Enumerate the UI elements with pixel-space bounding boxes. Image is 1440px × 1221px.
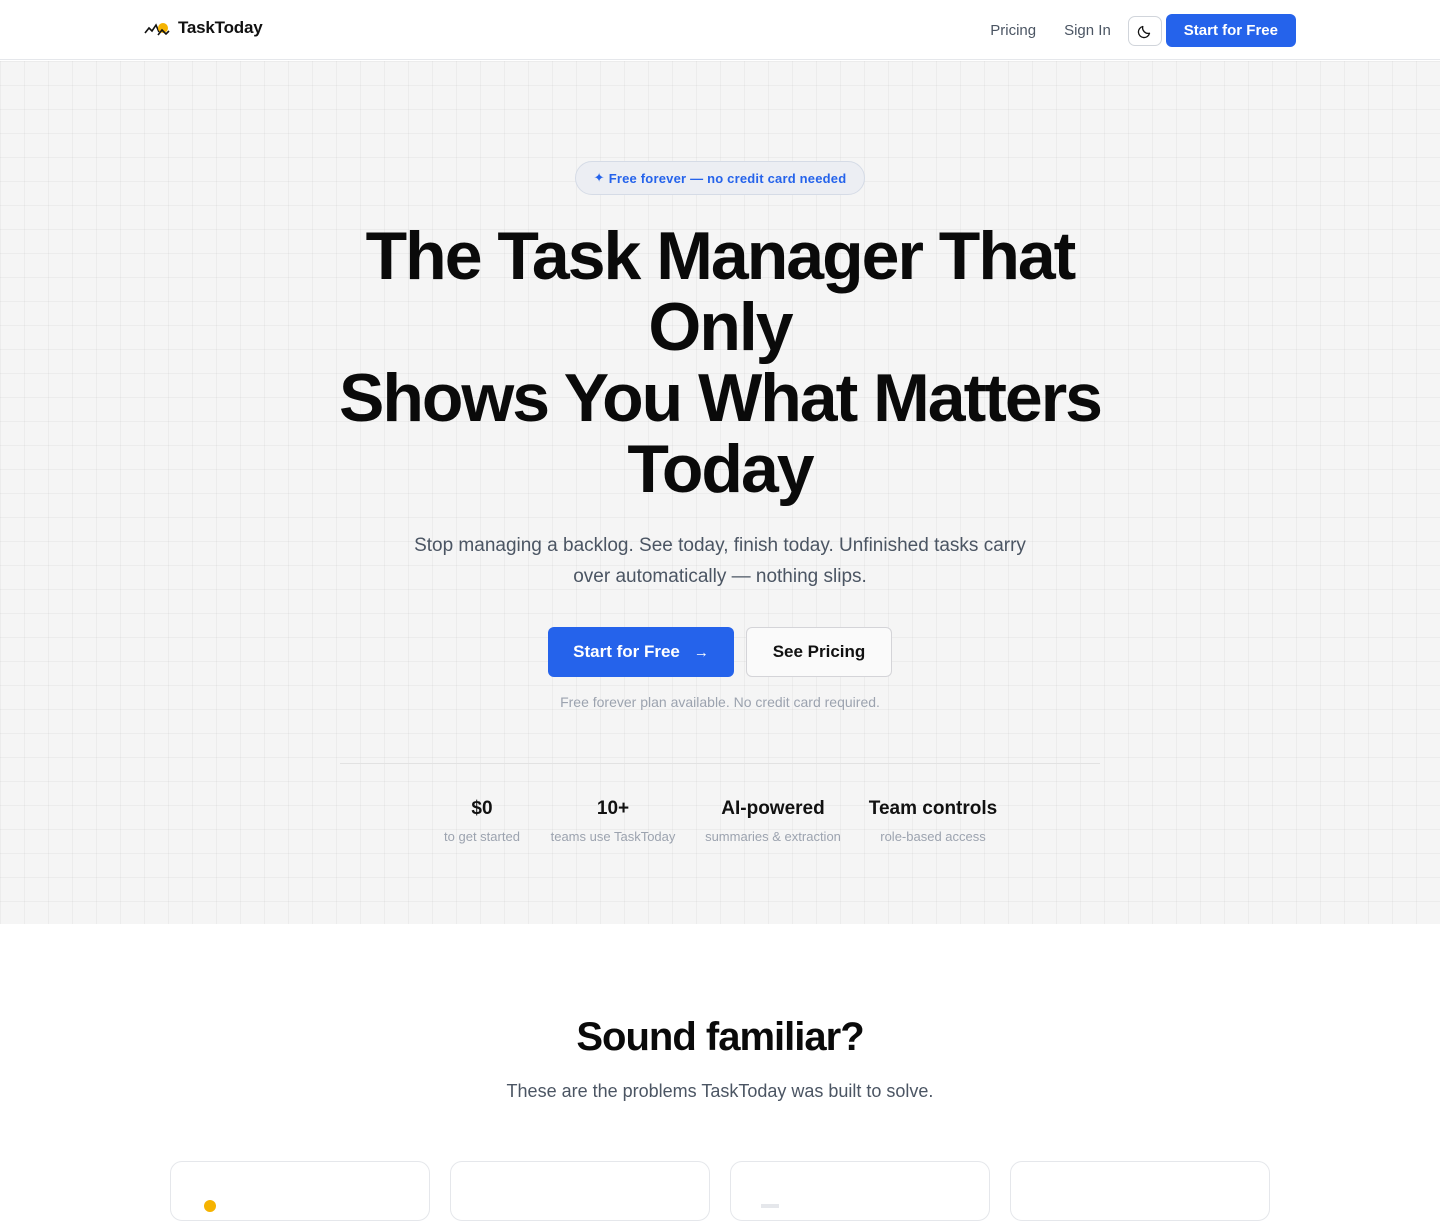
- problem-card: [450, 1161, 710, 1221]
- stat-value: 10+: [596, 798, 630, 819]
- headline-line: Today: [627, 431, 814, 507]
- hero-note: Free forever plan available. No credit c…: [560, 694, 880, 710]
- stat-label: summaries & extraction: [705, 829, 841, 844]
- start-for-free-button[interactable]: Start for Free →: [548, 627, 734, 677]
- site-header: TaskToday Pricing Sign In Start for Free: [0, 0, 1440, 60]
- arrow-right-icon: →: [693, 643, 709, 661]
- sparkle-icon: ✦: [593, 170, 605, 185]
- problem-card: [730, 1161, 990, 1221]
- stat-label: role-based access: [880, 829, 986, 844]
- header-start-free-button[interactable]: Start for Free: [1165, 14, 1296, 47]
- nav-pricing-link[interactable]: Pricing: [990, 15, 1036, 47]
- headline-line: Shows You What Matters: [338, 360, 1103, 436]
- problem-icon: [204, 1200, 216, 1212]
- free-forever-badge: ✦ Free forever — no credit card needed: [575, 161, 865, 195]
- start-for-free-label: Start for Free: [573, 642, 680, 661]
- hero-section: ✦ Free forever — no credit card needed T…: [0, 61, 1440, 924]
- stat-item: Team controls role-based access: [863, 798, 1003, 844]
- logo-icon: [144, 23, 170, 36]
- brand-name: TaskToday: [178, 18, 263, 37]
- stat-item: AI-powered summaries & extraction: [698, 798, 848, 844]
- stat-label: teams use TaskToday: [550, 829, 676, 844]
- hero-cta-group: Start for Free → See Pricing: [548, 627, 892, 677]
- problems-title: Sound familiar?: [576, 1015, 864, 1059]
- problem-card: [170, 1161, 430, 1221]
- brand[interactable]: TaskToday: [144, 18, 263, 38]
- problems-section: Sound familiar? These are the problems T…: [0, 925, 1440, 1221]
- problems-subtitle: These are the problems TaskToday was bui…: [506, 1081, 934, 1101]
- stat-label: to get started: [444, 829, 520, 844]
- hero-headline: The Task Manager That Only Shows You Wha…: [220, 221, 1220, 505]
- stat-item: 10+ teams use TaskToday: [543, 798, 683, 844]
- stat-value: Team controls: [868, 798, 998, 819]
- stat-item: $0 to get started: [432, 798, 532, 844]
- problem-icon: [761, 1204, 779, 1208]
- problem-card: [1010, 1161, 1270, 1221]
- top-nav: Pricing Sign In Start for Free: [990, 14, 1296, 47]
- hero-subtitle: Stop managing a backlog. See today, fini…: [414, 535, 1026, 587]
- headline-line: The Task Manager That: [365, 218, 1077, 294]
- theme-toggle-button[interactable]: [1127, 15, 1162, 46]
- nav-sign-in-link[interactable]: Sign In: [1064, 15, 1111, 47]
- hero-divider: [340, 763, 1100, 764]
- stat-value: AI-powered: [721, 798, 825, 819]
- stat-value: $0: [471, 798, 493, 819]
- moon-icon: [1137, 25, 1150, 38]
- badge-text: Free forever — no credit card needed: [608, 170, 847, 186]
- see-pricing-button[interactable]: See Pricing: [746, 627, 892, 677]
- headline-line: Only: [648, 289, 793, 365]
